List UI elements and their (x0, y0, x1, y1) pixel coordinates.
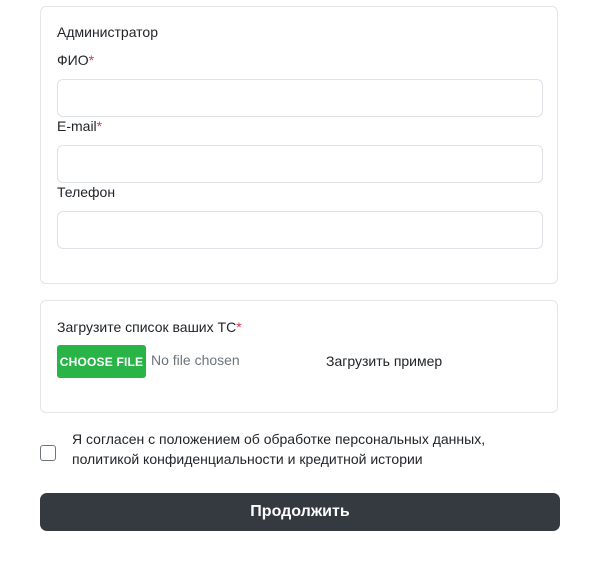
email-label-text: E-mail (57, 118, 97, 134)
upload-required-mark: * (236, 319, 242, 335)
upload-label-text: Загрузите список ваших ТС (57, 319, 237, 335)
fio-required-mark: * (88, 52, 95, 68)
consent-text-line1: Я согласен с положением об обработке пер… (72, 431, 486, 447)
consent-text: Я согласен с положением об обработке пер… (72, 429, 542, 469)
continue-button[interactable]: Продолжить (40, 493, 560, 531)
email-required-mark: * (96, 118, 103, 134)
fio-input[interactable] (57, 79, 543, 117)
phone-input[interactable] (57, 211, 543, 249)
admin-card: Администратор ФИО* E-mail* Телефон (40, 6, 558, 284)
phone-label: Телефон (57, 184, 116, 200)
upload-card: Загрузите список ваших ТС* CHOOSE FILE N… (40, 300, 558, 413)
admin-section-title: Администратор (57, 24, 159, 40)
fio-label: ФИО* (57, 52, 94, 68)
download-example-link[interactable]: Загрузить пример (326, 353, 442, 369)
fio-label-text: ФИО (57, 52, 89, 68)
consent-checkbox[interactable] (40, 445, 56, 461)
email-input[interactable] (57, 145, 543, 183)
file-status-text: No file chosen (151, 352, 240, 368)
consent-text-line2: политикой конфиденциальности и кредитной… (72, 451, 423, 467)
choose-file-button[interactable]: CHOOSE FILE (57, 345, 146, 378)
upload-label: Загрузите список ваших ТС* (57, 319, 242, 335)
email-label: E-mail* (57, 118, 102, 134)
